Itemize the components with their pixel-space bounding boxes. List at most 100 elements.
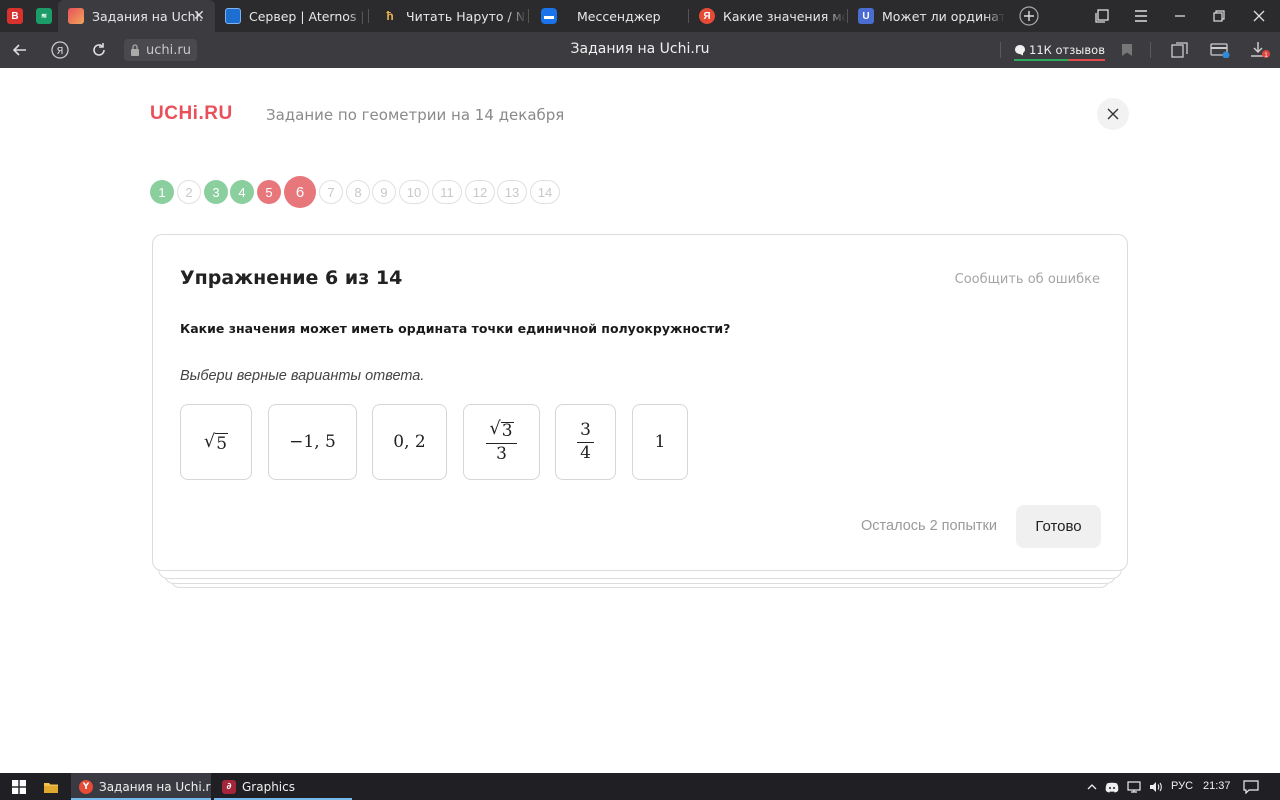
taskbar-app-browser[interactable]: Y Задания на Uchi.ru ... [71, 773, 211, 800]
bookmark-icon [1122, 44, 1132, 56]
option-zero-point-two[interactable]: 0, 2 [372, 404, 447, 480]
tray-network[interactable] [1123, 776, 1145, 798]
minimize-icon [1175, 15, 1185, 17]
tray-discord[interactable] [1101, 776, 1123, 798]
tab-naruto[interactable]: ħ Читать Наруто / Naruto [372, 0, 527, 32]
close-window-button[interactable] [1240, 0, 1278, 32]
report-error-link[interactable]: Сообщить об ошибке [955, 272, 1100, 287]
progress-step-5[interactable]: 5 [257, 180, 281, 204]
reviews-count: 11К отзывов [1029, 43, 1105, 57]
tab-uchi[interactable]: Задания на Uchi.ru ✕ [58, 0, 215, 32]
tab-pinned-2[interactable]: ≋ [30, 0, 58, 32]
close-assignment-button[interactable] [1097, 98, 1129, 130]
uchi-favicon [68, 8, 84, 24]
option-one[interactable]: 1 [632, 404, 688, 480]
yandex-favicon: Я [699, 8, 715, 24]
progress-step-2[interactable]: 2 [177, 180, 201, 204]
progress-step-9[interactable]: 9 [372, 180, 396, 204]
tab-messenger[interactable]: ▬ Мессенджер [531, 0, 688, 32]
assignment-title: Задание по геометрии на 14 декабря [266, 106, 565, 124]
fraction: √ 3 3 [486, 419, 517, 464]
green-app-icon: ≋ [36, 8, 52, 24]
progress-step-8[interactable]: 8 [346, 180, 370, 204]
close-icon [1253, 10, 1265, 22]
plus-icon [1019, 6, 1039, 26]
start-button[interactable] [8, 776, 30, 798]
svg-text:1: 1 [1264, 52, 1268, 59]
downloads-button[interactable]: 1 [1248, 38, 1272, 62]
tabs-manager-button[interactable] [1083, 0, 1121, 32]
sqrt-expression: √ 5 [203, 430, 229, 454]
progress-step-10[interactable]: 10 [399, 180, 429, 204]
progress-step-4[interactable]: 4 [230, 180, 254, 204]
speaker-icon [1150, 782, 1162, 792]
submit-button[interactable]: Готово [1016, 505, 1101, 548]
download-icon: 1 [1251, 42, 1270, 59]
taskbar-app-label: Задания на Uchi.ru ... [99, 779, 211, 794]
option-value: −1, 5 [289, 432, 336, 452]
option-value: 0, 2 [393, 432, 426, 452]
option-sqrt-5[interactable]: √ 5 [180, 404, 252, 480]
input-language[interactable]: РУС [1171, 780, 1193, 792]
tray-volume[interactable] [1145, 776, 1167, 798]
collections-icon [1171, 42, 1188, 58]
notifications-button[interactable] [1240, 776, 1262, 798]
exercise-card: Упражнение 6 из 14 Сообщить об ошибке Ка… [152, 234, 1128, 571]
tabs-icon [1095, 9, 1109, 23]
tray-expand-button[interactable] [1081, 776, 1103, 798]
progress-step-12[interactable]: 12 [465, 180, 495, 204]
browser-tab-strip: В ≋ Задания на Uchi.ru ✕ Сервер | Aterno… [0, 0, 1280, 32]
close-icon [1107, 108, 1119, 120]
option-value: 1 [654, 432, 666, 452]
progress-step-7[interactable]: 7 [319, 180, 343, 204]
reviews-button[interactable]: 11К отзывов [1014, 40, 1105, 61]
network-icon [1127, 781, 1141, 793]
question-text: Какие значения может иметь ордината точк… [180, 321, 731, 336]
windows-logo-icon [12, 780, 26, 794]
collections-button[interactable] [1168, 38, 1192, 62]
tab-ordinate-question[interactable]: U Может ли ордината т [850, 0, 1005, 32]
progress-step-3[interactable]: 3 [204, 180, 228, 204]
file-explorer-button[interactable] [40, 776, 62, 798]
new-tab-button[interactable] [1010, 0, 1048, 32]
hamburger-icon [1135, 10, 1147, 22]
progress-step-6[interactable]: 6 [284, 176, 316, 208]
tab-yandex-question[interactable]: Я Какие значения може [691, 0, 846, 32]
address-bar: Я uchi.ru Задания на Uchi.ru 11К отзывов… [0, 32, 1280, 68]
bookmark-button[interactable] [1115, 38, 1139, 62]
restore-icon [1213, 10, 1225, 22]
progress-step-1[interactable]: 1 [150, 180, 174, 204]
option-three-quarters[interactable]: 3 4 [555, 404, 616, 480]
option-minus-one-point-five[interactable]: −1, 5 [268, 404, 357, 480]
menu-button[interactable] [1122, 0, 1160, 32]
progress-step-11[interactable]: 11 [432, 180, 462, 204]
tab-label: Мессенджер [577, 8, 661, 24]
card-icon [1210, 43, 1230, 58]
exercise-title: Упражнение 6 из 14 [180, 267, 403, 289]
clock[interactable]: 21:37 [1203, 780, 1231, 792]
tab-close-icon[interactable]: ✕ [191, 8, 207, 24]
tab-label: Задания на Uchi.ru [92, 8, 204, 24]
notification-icon [1243, 780, 1259, 794]
tab-pinned-1[interactable]: В [0, 0, 30, 32]
progress-step-14[interactable]: 14 [530, 180, 560, 204]
restore-button[interactable] [1200, 0, 1238, 32]
option-sqrt3-over-3[interactable]: √ 3 3 [463, 404, 540, 480]
windows-taskbar: Y Задания на Uchi.ru ... ∂ Graphics РУС … [0, 773, 1280, 800]
progress-step-13[interactable]: 13 [497, 180, 527, 204]
aternos-favicon [225, 8, 241, 24]
uchi-logo[interactable]: UCHi.RU [150, 103, 233, 125]
chevron-up-icon [1087, 784, 1097, 790]
graphics-app-icon: ∂ [222, 779, 236, 794]
tab-aternos[interactable]: Сервер | Aternos | Бес [215, 0, 367, 32]
taskbar-app-graphics[interactable]: ∂ Graphics [214, 773, 352, 800]
manga-favicon: ħ [382, 8, 398, 24]
folder-icon [44, 782, 58, 793]
minimize-button[interactable] [1161, 0, 1199, 32]
messenger-favicon: ▬ [541, 8, 557, 24]
u-favicon: U [858, 8, 874, 24]
speech-bubble-icon [1015, 45, 1025, 56]
cards-button[interactable] [1208, 38, 1232, 62]
taskbar-app-label: Graphics [242, 779, 295, 794]
answer-hint: Выбери верные варианты ответа. [180, 368, 425, 384]
